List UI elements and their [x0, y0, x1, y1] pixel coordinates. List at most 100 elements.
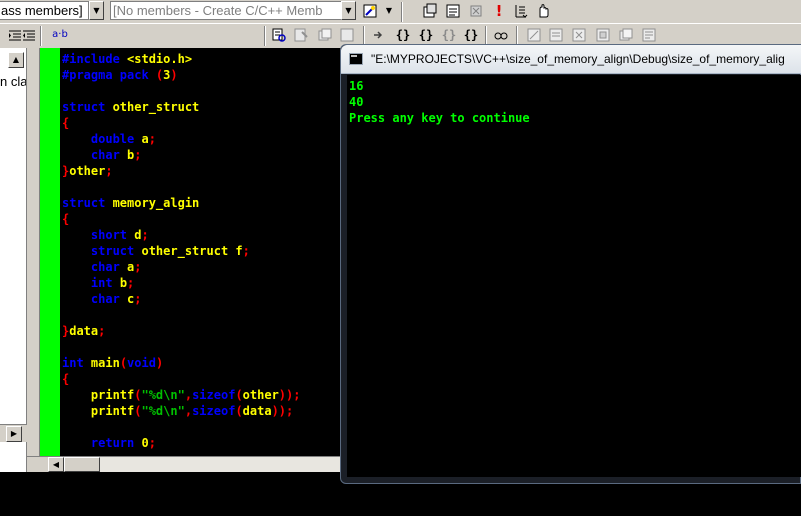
code-token: other_struct [112, 100, 200, 114]
toolbar-separator [516, 26, 518, 46]
code-token: data [242, 404, 272, 418]
code-token: ) [155, 356, 164, 370]
code-token: double [90, 132, 142, 146]
workspace-horizontal-scrollbar[interactable]: ▶ [0, 424, 27, 442]
code-token: return [90, 436, 142, 450]
memory-window-icon[interactable] [594, 26, 612, 44]
code-token: ( [119, 356, 128, 370]
outdent-icon[interactable] [20, 26, 38, 44]
scroll-left-icon[interactable]: ◀ [48, 457, 64, 472]
toolbar-separator [40, 26, 42, 46]
quickwatch-icon[interactable] [492, 26, 510, 44]
code-line[interactable]: }other; [62, 163, 113, 179]
code-line[interactable]: int b; [62, 275, 134, 291]
code-token: other [242, 388, 279, 402]
step-over-icon[interactable]: {} [394, 26, 412, 44]
breakpoint-icon[interactable] [535, 2, 553, 20]
watch-window-icon[interactable] [525, 26, 543, 44]
scrollbar-track[interactable] [100, 457, 340, 472]
watch-icon[interactable] [292, 26, 310, 44]
code-line[interactable]: char a; [62, 259, 142, 275]
code-token: struct [62, 196, 113, 210]
code-line[interactable]: struct other_struct [62, 99, 199, 115]
stop-build-icon[interactable] [467, 2, 485, 20]
code-line[interactable]: short d; [62, 227, 149, 243]
members-combo[interactable]: [No members - Create C/C++ Memb [110, 1, 342, 20]
code-line[interactable]: int main(void) [62, 355, 163, 371]
code-token: ; [134, 292, 142, 306]
call-stack-window-icon[interactable] [617, 26, 635, 44]
code-line[interactable]: return 0; [62, 435, 156, 451]
code-token: char [90, 292, 128, 306]
run-to-cursor-icon[interactable]: {} [440, 26, 458, 44]
code-token: int [62, 356, 91, 370]
scrollbar-thumb[interactable] [64, 457, 100, 472]
code-line[interactable]: struct memory_algin [62, 195, 199, 211]
code-token: ; [127, 276, 135, 290]
compile-icon[interactable] [421, 2, 439, 20]
editor-horizontal-scrollbar[interactable]: ◀ [27, 456, 340, 472]
step-into-icon[interactable] [370, 26, 388, 44]
code-line[interactable]: char c; [62, 291, 142, 307]
memory-icon[interactable] [338, 26, 356, 44]
step-out-icon[interactable]: {} [417, 26, 435, 44]
scroll-up-icon[interactable]: ▲ [8, 52, 24, 68]
console-title-text: "E:\MYPROJECTS\VC++\size_of_memory_align… [371, 52, 785, 66]
console-title-bar[interactable]: "E:\MYPROJECTS\VC++\size_of_memory_align… [341, 45, 801, 74]
code-line[interactable]: printf("%d\n",sizeof(data)); [62, 403, 293, 419]
code-token: int [90, 276, 120, 290]
code-line[interactable]: #include <stdio.h> [62, 51, 192, 67]
go-icon[interactable] [512, 2, 530, 20]
toolbar-row-top: ass members] ▼ [No members - Create C/C+… [0, 0, 801, 24]
class-combo[interactable]: ass members] [0, 1, 89, 20]
code-line[interactable]: }data; [62, 323, 105, 339]
code-line[interactable]: #pragma pack (3) [62, 67, 178, 83]
selection-margin[interactable] [40, 48, 60, 472]
class-combo-dropdown-icon[interactable]: ▼ [89, 1, 104, 20]
code-token: printf [62, 388, 135, 402]
desktop-background [0, 472, 340, 516]
code-line[interactable]: double a; [62, 131, 156, 147]
code-token: ( [235, 388, 243, 402]
console-window[interactable]: "E:\MYPROJECTS\VC++\size_of_memory_align… [340, 44, 801, 484]
code-line[interactable]: { [62, 371, 69, 387]
code-token: ( [235, 404, 243, 418]
registers-window-icon[interactable] [570, 26, 588, 44]
code-line[interactable]: { [62, 115, 69, 131]
wizard-dropdown-icon[interactable]: ▼ [380, 2, 398, 20]
code-token: other_struct f [141, 244, 243, 258]
members-combo-dropdown-icon[interactable]: ▼ [341, 1, 356, 20]
code-token: d [134, 228, 142, 242]
code-line[interactable]: char b; [62, 147, 142, 163]
disassembly-window-icon[interactable] [640, 26, 658, 44]
code-line[interactable]: struct other_struct f; [62, 243, 250, 259]
step-into-specific-icon[interactable]: {} [462, 26, 480, 44]
find-in-files-icon[interactable] [270, 26, 288, 44]
build-icon[interactable] [444, 2, 462, 20]
code-token: ; [134, 260, 142, 274]
call-stack-icon[interactable] [316, 26, 334, 44]
variables-window-icon[interactable] [547, 26, 565, 44]
code-token: <stdio.h> [127, 52, 193, 66]
code-token: char [90, 148, 128, 162]
console-output-line: 16 [349, 79, 364, 93]
code-token: data [69, 324, 99, 338]
code-token: "%d\n" [141, 388, 185, 402]
format-selection-button[interactable]: a·b [49, 26, 71, 44]
class-view-label[interactable]: n cla [0, 74, 26, 89]
code-token: )); [278, 388, 301, 402]
code-token: char [90, 260, 128, 274]
code-token: { [62, 212, 70, 226]
execute-icon[interactable]: ! [490, 2, 508, 20]
code-line[interactable]: { [62, 211, 69, 227]
toolbar-separator [363, 26, 365, 46]
code-line[interactable]: printf("%d\n",sizeof(other)); [62, 387, 301, 403]
toolbar-separator [401, 2, 403, 22]
class-wizard-icon[interactable] [361, 2, 379, 20]
workspace-panel: n cla [0, 48, 27, 472]
code-area[interactable]: #include <stdio.h> #pragma pack (3) struct… [60, 48, 340, 472]
scroll-right-icon[interactable]: ▶ [6, 426, 22, 442]
code-token: memory_algin [112, 196, 200, 210]
